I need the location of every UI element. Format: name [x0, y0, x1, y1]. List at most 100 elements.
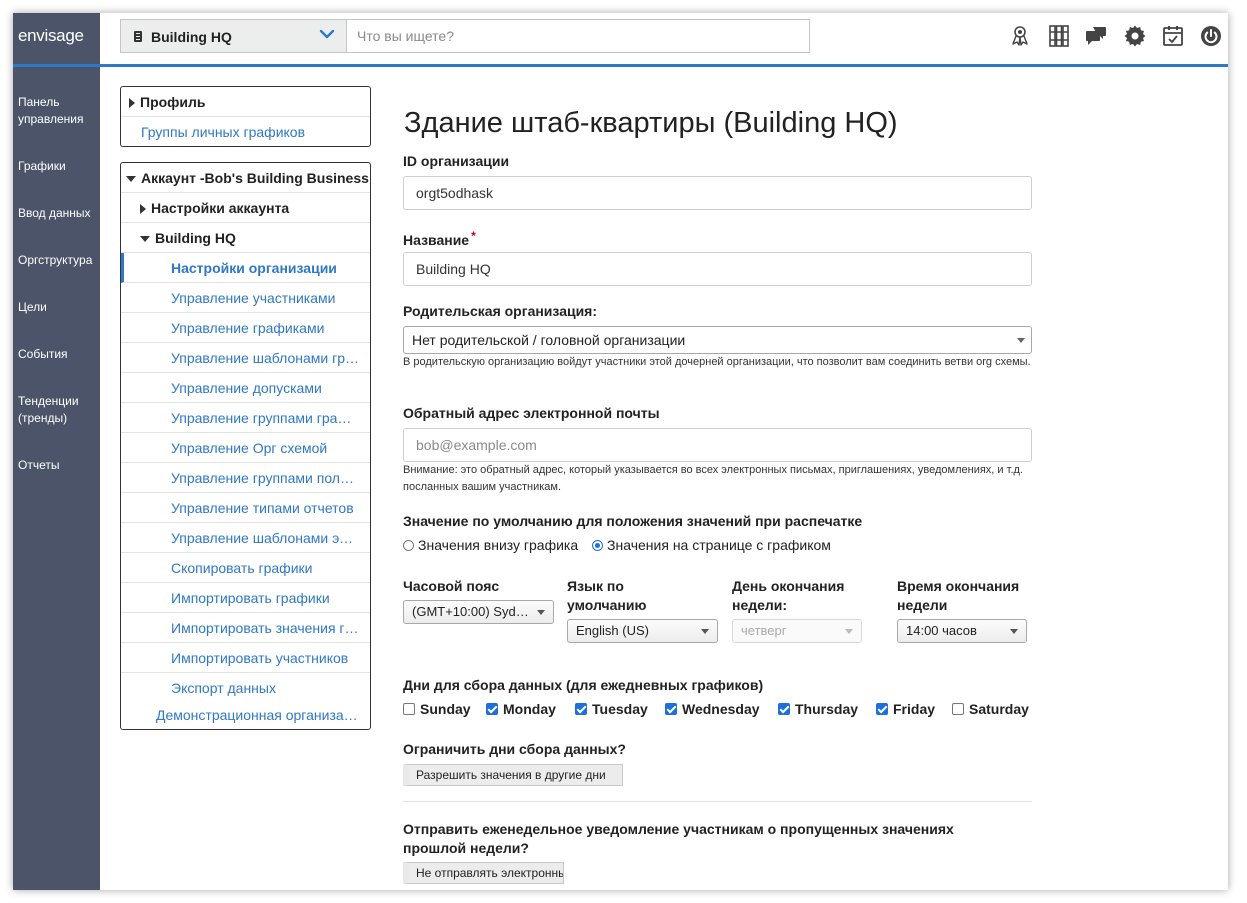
caret-down-icon — [126, 176, 136, 182]
radio-option-bottom[interactable]: Значения внизу графика — [403, 537, 578, 553]
sidebar-item-manage-charts[interactable]: Управление графиками — [121, 313, 370, 343]
weekly-notice-toggle[interactable]: Не отправлять электронные письма — [403, 862, 564, 884]
search-input[interactable] — [346, 19, 810, 53]
sidebar-item-org[interactable]: Building HQ — [121, 223, 370, 253]
dropdown-arrow-icon — [1010, 629, 1018, 634]
reply-email-field[interactable] — [403, 428, 1032, 462]
checkbox-friday[interactable] — [876, 703, 888, 715]
day-wednesday[interactable]: Wednesday — [665, 701, 760, 717]
binders-icon[interactable] — [1047, 24, 1071, 48]
week-end-time-select[interactable]: 14:00 часов — [897, 619, 1027, 643]
dropdown-arrow-icon — [537, 610, 545, 615]
language-value: English (US) — [576, 623, 649, 638]
print-position-label: Значение по умолчанию для положения знач… — [403, 513, 863, 529]
day-tuesday[interactable]: Tuesday — [575, 701, 648, 717]
sidebar-item-manage-report-types[interactable]: Управление типами отчетов — [121, 493, 370, 523]
checkbox-saturday[interactable] — [952, 703, 964, 715]
org-id-field[interactable] — [403, 176, 1032, 210]
section-divider — [403, 801, 1032, 802]
envisage-logo[interactable]: envisage — [13, 13, 100, 64]
nav-item-events[interactable]: События — [18, 346, 98, 363]
account-header[interactable]: Аккаунт -Bob's Building Business — [121, 163, 370, 193]
sidebar-item-account-settings[interactable]: Настройки аккаунта — [121, 193, 370, 223]
name-label-wrap: Название * — [403, 229, 476, 248]
radio-option-page[interactable]: Значения на странице с графиком — [592, 537, 831, 553]
nav-item-goals[interactable]: Цели — [18, 299, 98, 316]
checkbox-monday[interactable] — [486, 703, 498, 715]
sidebar-item-manage-permissions[interactable]: Управление допусками — [121, 373, 370, 403]
language-select[interactable]: English (US) — [567, 619, 718, 643]
sidebar-item-copy-charts[interactable]: Скопировать графики — [121, 553, 370, 583]
sidebar-item-manage-user-groups[interactable]: Управление группами пользователей — [121, 463, 370, 493]
radio-bottom[interactable] — [403, 540, 414, 551]
checkbox-tuesday[interactable] — [575, 703, 587, 715]
gear-icon[interactable] — [1123, 24, 1147, 48]
timezone-label: Часовой пояс — [403, 578, 500, 594]
print-position-options: Значения внизу графика Значения на стран… — [403, 537, 831, 553]
account-settings-label: Настройки аккаунта — [151, 200, 290, 216]
app-window: envisage Building HQ Что вы ищете? Панел… — [13, 13, 1228, 890]
sidebar-item-manage-email-templates[interactable]: Управление шаблонами электронных писем — [121, 523, 370, 553]
day-monday[interactable]: Monday — [486, 701, 556, 717]
power-icon[interactable] — [1199, 24, 1223, 48]
checkbox-sunday[interactable] — [403, 703, 415, 715]
parent-org-select[interactable]: Нет родительской / головной организации — [403, 326, 1032, 354]
dropdown-arrow-icon — [701, 629, 709, 634]
nav-item-dashboard[interactable]: Панель управления — [18, 94, 98, 128]
sidebar-item-import-members[interactable]: Импортировать участников — [121, 643, 370, 673]
sidebar-item-manage-org-chart[interactable]: Управление Орг схемой — [121, 433, 370, 463]
nav-item-data-entry[interactable]: Ввод данных — [18, 205, 98, 222]
org-label: Building HQ — [155, 230, 236, 246]
day-sunday[interactable]: Sunday — [403, 701, 471, 717]
language-label: Язык по умолчанию — [567, 578, 647, 613]
account-header-label: Аккаунт -Bob's Building Business — [141, 170, 369, 186]
sidebar-item-import-chart-values[interactable]: Импортировать значения графиков — [121, 613, 370, 643]
profile-header[interactable]: Профиль — [121, 87, 370, 117]
day-tuesday-label: Tuesday — [592, 701, 648, 717]
calendar-check-icon[interactable] — [1161, 24, 1185, 48]
week-end-time-value: 14:00 часов — [906, 623, 977, 638]
day-thursday[interactable]: Thursday — [778, 701, 858, 717]
badge-icon[interactable] — [1008, 24, 1032, 48]
restrict-days-toggle[interactable]: Разрешить значения в другие дни — [403, 764, 623, 786]
sidebar-item-demo-org[interactable]: Демонстрационная организация — [121, 700, 370, 730]
checkbox-wednesday[interactable] — [665, 703, 677, 715]
timezone-value: (GMT+10:00) Sydney — [412, 604, 530, 619]
sidebar-item-manage-chart-groups[interactable]: Управление группами графиков — [121, 403, 370, 433]
org-selector[interactable]: Building HQ — [120, 19, 346, 53]
week-end-day-value: четверг — [741, 623, 787, 638]
day-friday[interactable]: Friday — [876, 701, 935, 717]
parent-org-label: Родительская организация: — [403, 303, 598, 319]
chat-icon[interactable] — [1084, 24, 1108, 48]
nav-item-org-structure[interactable]: Оргструктура — [18, 252, 98, 269]
reply-email-label: Обратный адрес электронной почты — [403, 405, 660, 421]
sidebar-item-export-data[interactable]: Экспорт данных — [121, 673, 370, 703]
nav-item-reports[interactable]: Отчеты — [18, 457, 98, 474]
name-field[interactable] — [403, 252, 1032, 286]
sidebar-item-org-settings[interactable]: Настройки организации — [121, 253, 370, 283]
chevron-down-icon — [319, 29, 335, 39]
caret-down-icon — [140, 236, 150, 242]
timezone-select[interactable]: (GMT+10:00) Sydney — [403, 600, 554, 624]
sidebar-item-manage-chart-templates[interactable]: Управление шаблонами графиков — [121, 343, 370, 373]
day-sunday-label: Sunday — [420, 701, 471, 717]
day-monday-label: Monday — [503, 701, 556, 717]
nav-item-trends[interactable]: Тенденции (тренды) — [18, 393, 98, 427]
weekly-notice-label: Отправить еженедельное уведомление участ… — [403, 821, 954, 856]
day-saturday[interactable]: Saturday — [952, 701, 1029, 717]
restrict-days-label: Ограничить дни сбора данных? — [403, 741, 626, 757]
page-title: Здание штаб-квартиры (Building HQ) — [404, 107, 898, 139]
week-end-day-label: День окончания недели: — [732, 578, 845, 613]
reply-email-help: Внимание: это обратный адрес, который ук… — [403, 464, 1023, 493]
radio-page[interactable] — [592, 540, 604, 551]
sidebar-item-import-charts[interactable]: Импортировать графики — [121, 583, 370, 613]
day-saturday-label: Saturday — [969, 701, 1029, 717]
checkbox-thursday[interactable] — [778, 703, 790, 715]
nav-item-charts[interactable]: Графики — [18, 158, 98, 175]
dropdown-arrow-icon — [1017, 338, 1025, 343]
main-nav: Панель управления Графики Ввод данных Ор… — [13, 67, 100, 890]
sidebar-item-personal-chart-groups[interactable]: Группы личных графиков — [121, 117, 370, 147]
day-thursday-label: Thursday — [795, 701, 859, 717]
sidebar-item-manage-members[interactable]: Управление участниками — [121, 283, 370, 313]
week-end-day-select[interactable]: четверг — [732, 619, 862, 643]
